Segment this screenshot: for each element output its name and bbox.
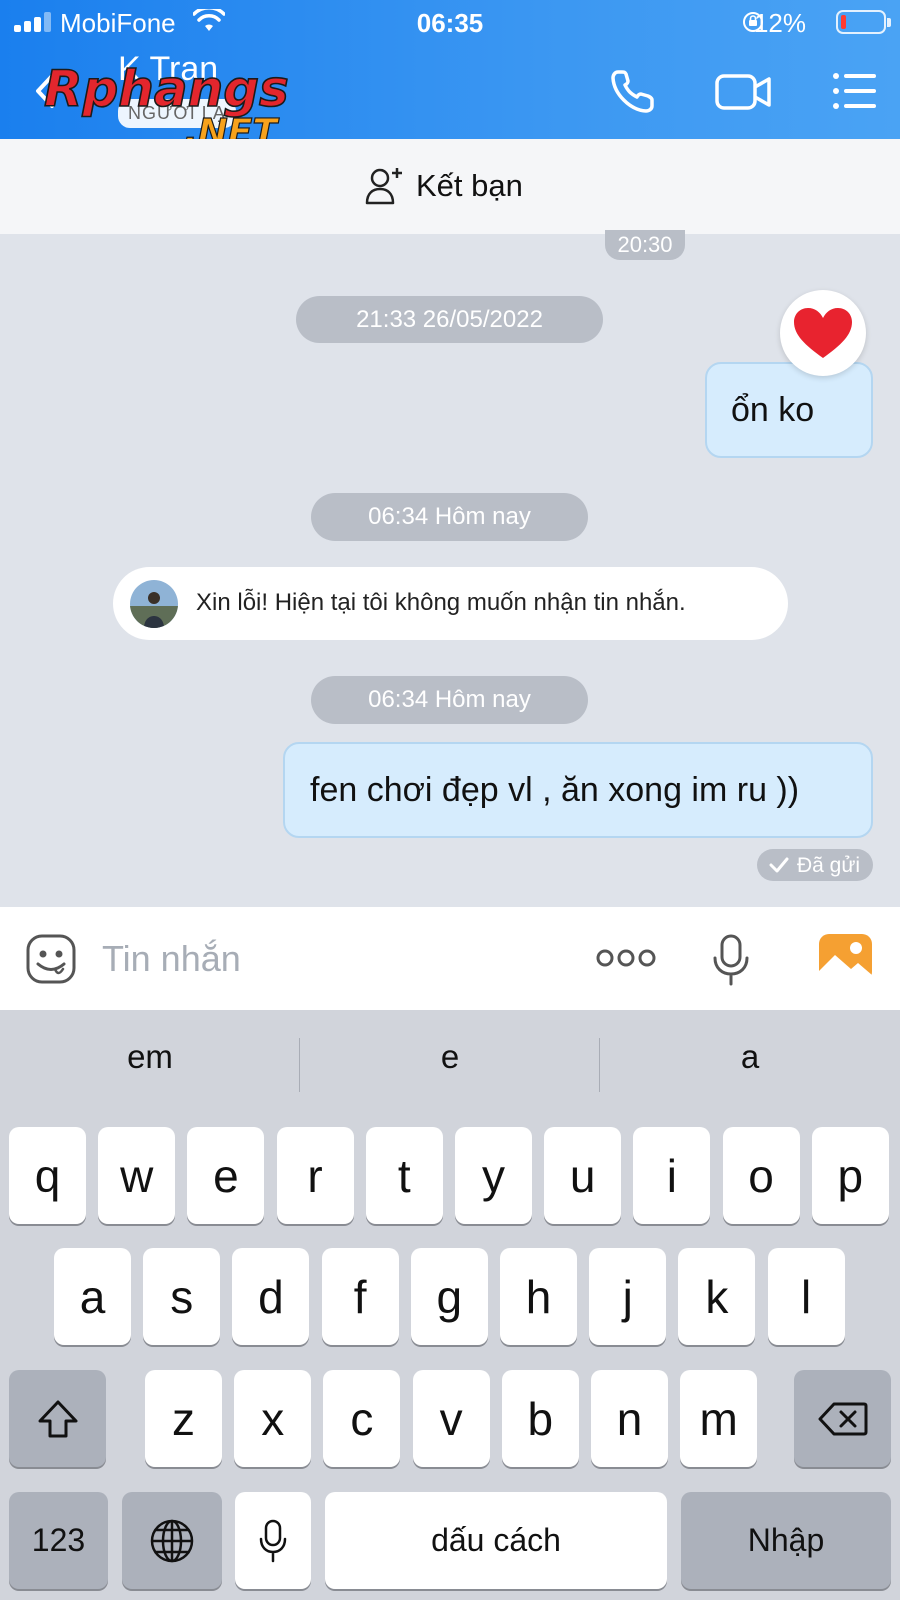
key-s[interactable]: s: [143, 1248, 221, 1345]
dictation-icon: [259, 1519, 287, 1562]
backspace-key[interactable]: [794, 1370, 891, 1467]
key-u[interactable]: u: [544, 1127, 622, 1224]
message-composer: [0, 907, 900, 1010]
message-input[interactable]: [102, 931, 542, 987]
suggestion-item[interactable]: e: [300, 1038, 600, 1076]
key-i[interactable]: i: [633, 1127, 711, 1224]
backspace-icon: [818, 1402, 867, 1435]
keyboard: em e a qwertyuiop asdfghjkl zxcvbnm 123 …: [0, 1010, 900, 1600]
return-key[interactable]: Nhập: [681, 1492, 891, 1589]
key-n[interactable]: n: [591, 1370, 668, 1467]
sent-status-badge: Đã gửi: [757, 849, 873, 881]
key-o[interactable]: o: [722, 1127, 800, 1224]
battery-icon: [836, 10, 891, 34]
suggestion-item[interactable]: a: [600, 1038, 900, 1076]
key-b[interactable]: b: [501, 1370, 579, 1467]
key-p[interactable]: p: [811, 1127, 889, 1224]
dictation-key[interactable]: [235, 1492, 311, 1589]
key-e[interactable]: e: [187, 1127, 265, 1224]
add-friend-label: Kết bạn: [416, 168, 523, 203]
key-y[interactable]: y: [455, 1127, 532, 1224]
svg-text:Rphangs: Rphangs: [44, 60, 289, 118]
key-f[interactable]: f: [321, 1248, 399, 1345]
key-g[interactable]: g: [410, 1248, 488, 1345]
globe-key[interactable]: [122, 1492, 222, 1589]
numbers-key[interactable]: 123: [9, 1492, 108, 1589]
key-j[interactable]: j: [589, 1248, 667, 1345]
key-c[interactable]: c: [323, 1370, 401, 1467]
key-w[interactable]: w: [98, 1127, 176, 1224]
chat-header: MobiFone 06:35 12% K Tran NGƯỜI LẠ Rphan…: [0, 0, 900, 154]
microphone-icon[interactable]: [711, 933, 751, 987]
auto-reply-notice: Xin lỗi! Hiện tại tôi không muốn nhận ti…: [113, 567, 788, 640]
timestamp-pill: 06:34 Hôm nay: [311, 493, 588, 541]
battery-percent: 12%: [753, 8, 806, 38]
globe-icon: [150, 1519, 194, 1562]
space-key[interactable]: dấu cách: [325, 1492, 667, 1589]
key-t[interactable]: t: [365, 1127, 443, 1224]
key-x[interactable]: x: [234, 1370, 312, 1467]
key-v[interactable]: v: [412, 1370, 490, 1467]
sent-status-label: Đã gửi: [797, 854, 861, 877]
menu-icon[interactable]: [830, 66, 880, 116]
shift-key[interactable]: [9, 1370, 106, 1467]
message-bubble-outgoing[interactable]: ổn ko: [705, 362, 873, 458]
avatar[interactable]: [130, 580, 178, 628]
video-icon[interactable]: [714, 66, 772, 116]
timestamp-pill: 06:34 Hôm nay: [311, 676, 588, 724]
phone-icon[interactable]: [608, 66, 658, 116]
message-bubble-outgoing[interactable]: fen chơi đẹp vl , ăn xong im ru )): [283, 742, 873, 838]
key-k[interactable]: k: [678, 1248, 756, 1345]
key-l[interactable]: l: [767, 1248, 845, 1345]
add-friend-bar: Kết bạn: [0, 139, 900, 234]
add-friend-button[interactable]: Kết bạn: [364, 166, 523, 206]
suggestion-item[interactable]: em: [0, 1038, 300, 1076]
add-user-icon: [365, 168, 402, 205]
heart-icon: [794, 308, 852, 358]
auto-reply-text: Xin lỗi! Hiện tại tôi không muốn nhận ti…: [196, 589, 686, 616]
checkmark-icon: [769, 857, 789, 873]
key-h[interactable]: h: [500, 1248, 577, 1345]
timestamp-pill: 21:33 26/05/2022: [296, 296, 603, 343]
key-m[interactable]: m: [680, 1370, 758, 1467]
emoji-icon[interactable]: [25, 933, 77, 985]
image-icon[interactable]: [818, 933, 873, 983]
key-d[interactable]: d: [232, 1248, 310, 1345]
key-q[interactable]: q: [9, 1127, 86, 1224]
more-icon[interactable]: [596, 946, 656, 970]
key-z[interactable]: z: [145, 1370, 222, 1467]
key-a[interactable]: a: [54, 1248, 131, 1345]
shift-icon: [38, 1400, 77, 1437]
key-r[interactable]: r: [276, 1127, 354, 1224]
heart-reaction[interactable]: [780, 290, 866, 376]
timestamp-pill: 20:30: [605, 230, 685, 260]
status-bar: MobiFone 06:35 12%: [0, 0, 900, 46]
